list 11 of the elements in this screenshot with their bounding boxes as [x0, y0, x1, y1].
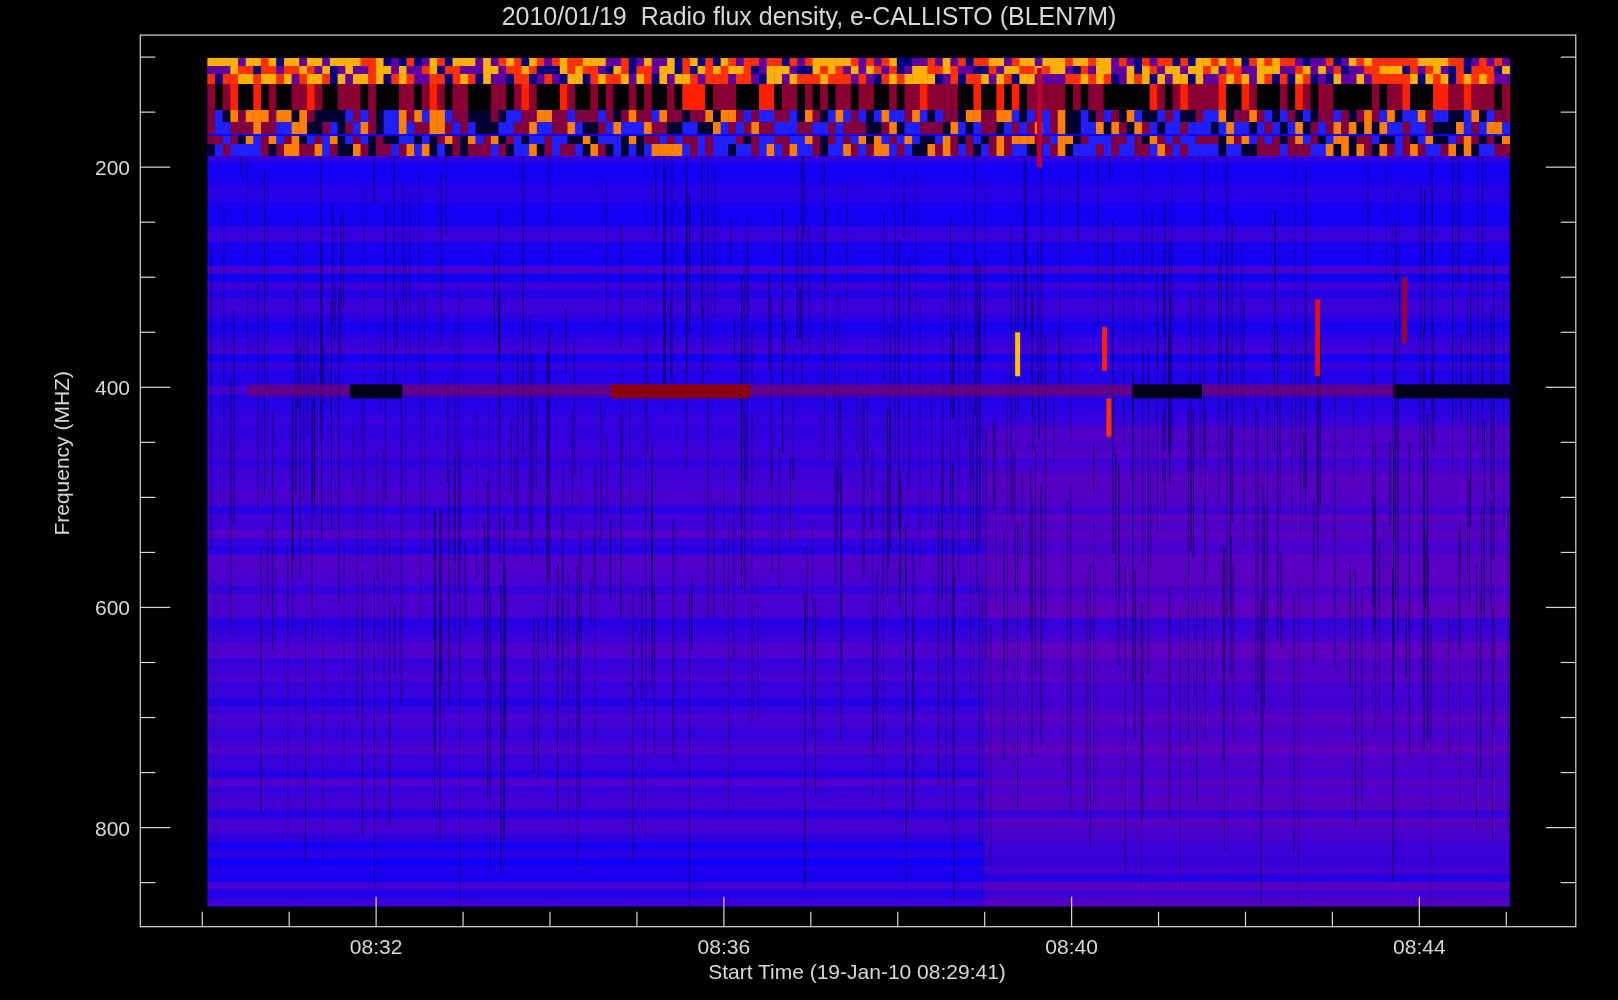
chart-title: 2010/01/19 Radio flux density, e-CALLISTO (BLEN7M) — [501, 2, 1117, 30]
x-tick-label: 08:40 — [1045, 935, 1098, 958]
y-tick-label: 200 — [94, 156, 130, 180]
y-tick-label: 800 — [94, 816, 130, 840]
y-tick-label: 400 — [94, 376, 130, 400]
x-tick-label: 08:32 — [349, 935, 403, 958]
y-axis-label: Frequency (MHZ) — [50, 371, 73, 536]
x-axis-label: Start Time (19-Jan-10 08:29:41) — [708, 960, 1006, 983]
x-tick-label: 08:36 — [697, 935, 751, 958]
x-tick-label: 08:44 — [1393, 935, 1446, 958]
y-tick-label: 600 — [94, 596, 130, 620]
